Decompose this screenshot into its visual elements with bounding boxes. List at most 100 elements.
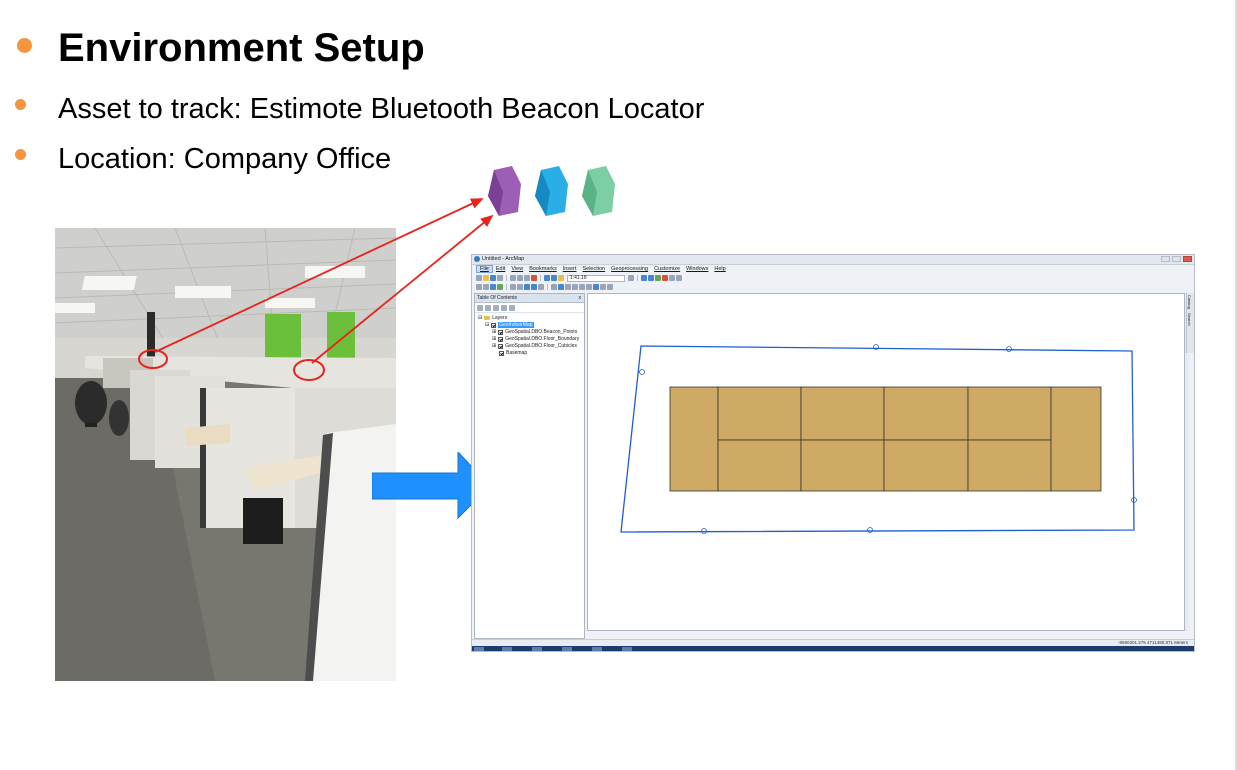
cubicle <box>883 439 969 492</box>
title-bullet <box>17 38 32 53</box>
new-icon[interactable] <box>476 275 482 281</box>
collapse-icon[interactable]: ⊟ <box>478 315 482 321</box>
layers-folder-icon <box>484 316 491 320</box>
back-extent-icon[interactable] <box>524 284 530 290</box>
close-button[interactable] <box>1183 256 1192 262</box>
search-window-icon[interactable] <box>655 275 661 281</box>
cubicle <box>800 386 885 441</box>
menu-edit[interactable]: Edit <box>493 265 508 273</box>
toc-layer-item[interactable]: ⊞ GeoSpatial.DBO.Floor_Boundary <box>492 336 579 342</box>
html-popup-icon[interactable] <box>572 284 578 290</box>
toc-layer-item[interactable]: ⊞ GeoSpatial.DBO.Floor_Cubicles <box>492 343 577 349</box>
zoom-in-icon[interactable] <box>476 284 482 290</box>
redo-icon[interactable] <box>551 275 557 281</box>
catalog-window-icon[interactable] <box>648 275 654 281</box>
forward-extent-icon[interactable] <box>531 284 537 290</box>
list-by-selection-icon[interactable] <box>501 304 507 311</box>
select-features-icon[interactable] <box>538 284 544 290</box>
taskbar-app-icon[interactable] <box>532 647 542 651</box>
window-titlebar: Untitled - ArcMap <box>472 255 1194 265</box>
expand-icon[interactable]: ⊞ <box>492 329 496 335</box>
minimize-button[interactable] <box>1161 256 1170 262</box>
menu-customize[interactable]: Customize <box>651 265 683 273</box>
print-icon[interactable] <box>497 275 503 281</box>
taskbar-app-icon[interactable] <box>622 647 632 651</box>
catalog-tab[interactable]: Catalog <box>1187 293 1192 311</box>
menu-view[interactable]: View <box>508 265 526 273</box>
taskbar-app-icon[interactable] <box>502 647 512 651</box>
find-icon[interactable] <box>586 284 592 290</box>
taskbar-start-icon[interactable] <box>474 647 484 651</box>
arctoolbox-icon[interactable] <box>662 275 668 281</box>
office-photo <box>55 228 396 681</box>
coordinates-readout: -8590301.275 4711480.871 Meters <box>1118 640 1188 645</box>
expand-icon[interactable]: ⊞ <box>492 336 496 342</box>
menu-insert[interactable]: Insert <box>560 265 580 273</box>
taskbar-app-icon[interactable] <box>562 647 572 651</box>
go-to-xy-icon[interactable] <box>593 284 599 290</box>
search-tab[interactable]: Search <box>1187 311 1192 328</box>
arcmap-window[interactable]: Untitled - ArcMap File Edit View Bookmar… <box>471 254 1195 652</box>
time-slider-icon[interactable] <box>600 284 606 290</box>
menu-geoprocessing[interactable]: Geoprocessing <box>608 265 651 273</box>
add-data-icon[interactable] <box>558 275 564 281</box>
identify-icon[interactable] <box>558 284 564 290</box>
cubicle <box>717 439 802 492</box>
list-by-visibility-icon[interactable] <box>493 304 499 311</box>
side-dock-tabs: Catalog Search <box>1186 293 1194 353</box>
viewer-window-icon[interactable] <box>607 284 613 290</box>
selected-layer-label: GeoIndoorMap <box>498 322 534 328</box>
slide-title: Environment Setup <box>58 26 425 70</box>
select-elements-icon[interactable] <box>551 284 557 290</box>
expand-icon[interactable]: ⊞ <box>492 343 496 349</box>
copy-icon[interactable] <box>517 275 523 281</box>
layer-checkbox[interactable] <box>498 336 504 342</box>
paste-icon[interactable] <box>524 275 530 281</box>
scale-input[interactable]: 1:41.18 <box>567 274 625 282</box>
maximize-button[interactable] <box>1172 256 1181 262</box>
fixed-zoom-in-icon[interactable] <box>510 284 516 290</box>
toc-layer-group[interactable]: ⊟ GeoIndoorMap <box>485 322 534 328</box>
toc-window-icon[interactable] <box>641 275 647 281</box>
python-icon[interactable] <box>669 275 675 281</box>
menu-selection[interactable]: Selection <box>579 265 608 273</box>
toc-layer-item[interactable]: Basemap <box>499 350 527 356</box>
save-icon[interactable] <box>490 275 496 281</box>
full-extent-icon[interactable] <box>497 284 503 290</box>
windows-taskbar <box>472 646 1194 651</box>
cubicle <box>717 386 802 441</box>
cut-icon[interactable] <box>510 275 516 281</box>
list-by-source-icon[interactable] <box>485 304 491 311</box>
layer-checkbox[interactable] <box>498 329 504 335</box>
menu-bookmarks[interactable]: Bookmarks <box>526 265 560 273</box>
modelbuilder-icon[interactable] <box>676 275 682 281</box>
toc-close-button[interactable]: x <box>579 295 582 301</box>
menu-windows[interactable]: Windows <box>683 265 711 273</box>
toc-layers-root[interactable]: ⊟ Layers <box>478 315 507 321</box>
cubicle <box>669 386 719 492</box>
hyperlink-icon[interactable] <box>565 284 571 290</box>
editor-icon[interactable] <box>628 275 634 281</box>
toc-layer-item[interactable]: ⊞ GeoSpatial.DBO.Beacon_Points <box>492 329 577 335</box>
layer-checkbox[interactable] <box>499 350 504 356</box>
taskbar-app-icon[interactable] <box>592 647 602 651</box>
delete-icon[interactable] <box>531 275 537 281</box>
toc-options-icon[interactable] <box>509 304 515 311</box>
layer-checkbox[interactable] <box>498 343 504 349</box>
zoom-out-icon[interactable] <box>483 284 489 290</box>
menu-help[interactable]: Help <box>711 265 728 273</box>
beacon-mint <box>582 166 615 216</box>
standard-toolbar: 1:41.18 <box>476 274 1190 282</box>
fixed-zoom-out-icon[interactable] <box>517 284 523 290</box>
list-by-drawing-order-icon[interactable] <box>477 304 483 311</box>
open-icon[interactable] <box>483 275 489 281</box>
undo-icon[interactable] <box>544 275 550 281</box>
map-view[interactable] <box>587 293 1185 631</box>
menu-file[interactable]: File <box>476 265 493 273</box>
collapse-icon[interactable]: ⊟ <box>485 322 489 328</box>
toc-toolbar <box>475 303 584 313</box>
measure-icon[interactable] <box>579 284 585 290</box>
pan-icon[interactable] <box>490 284 496 290</box>
layer-checkbox[interactable] <box>491 322 497 328</box>
beacon-point <box>1006 346 1012 352</box>
